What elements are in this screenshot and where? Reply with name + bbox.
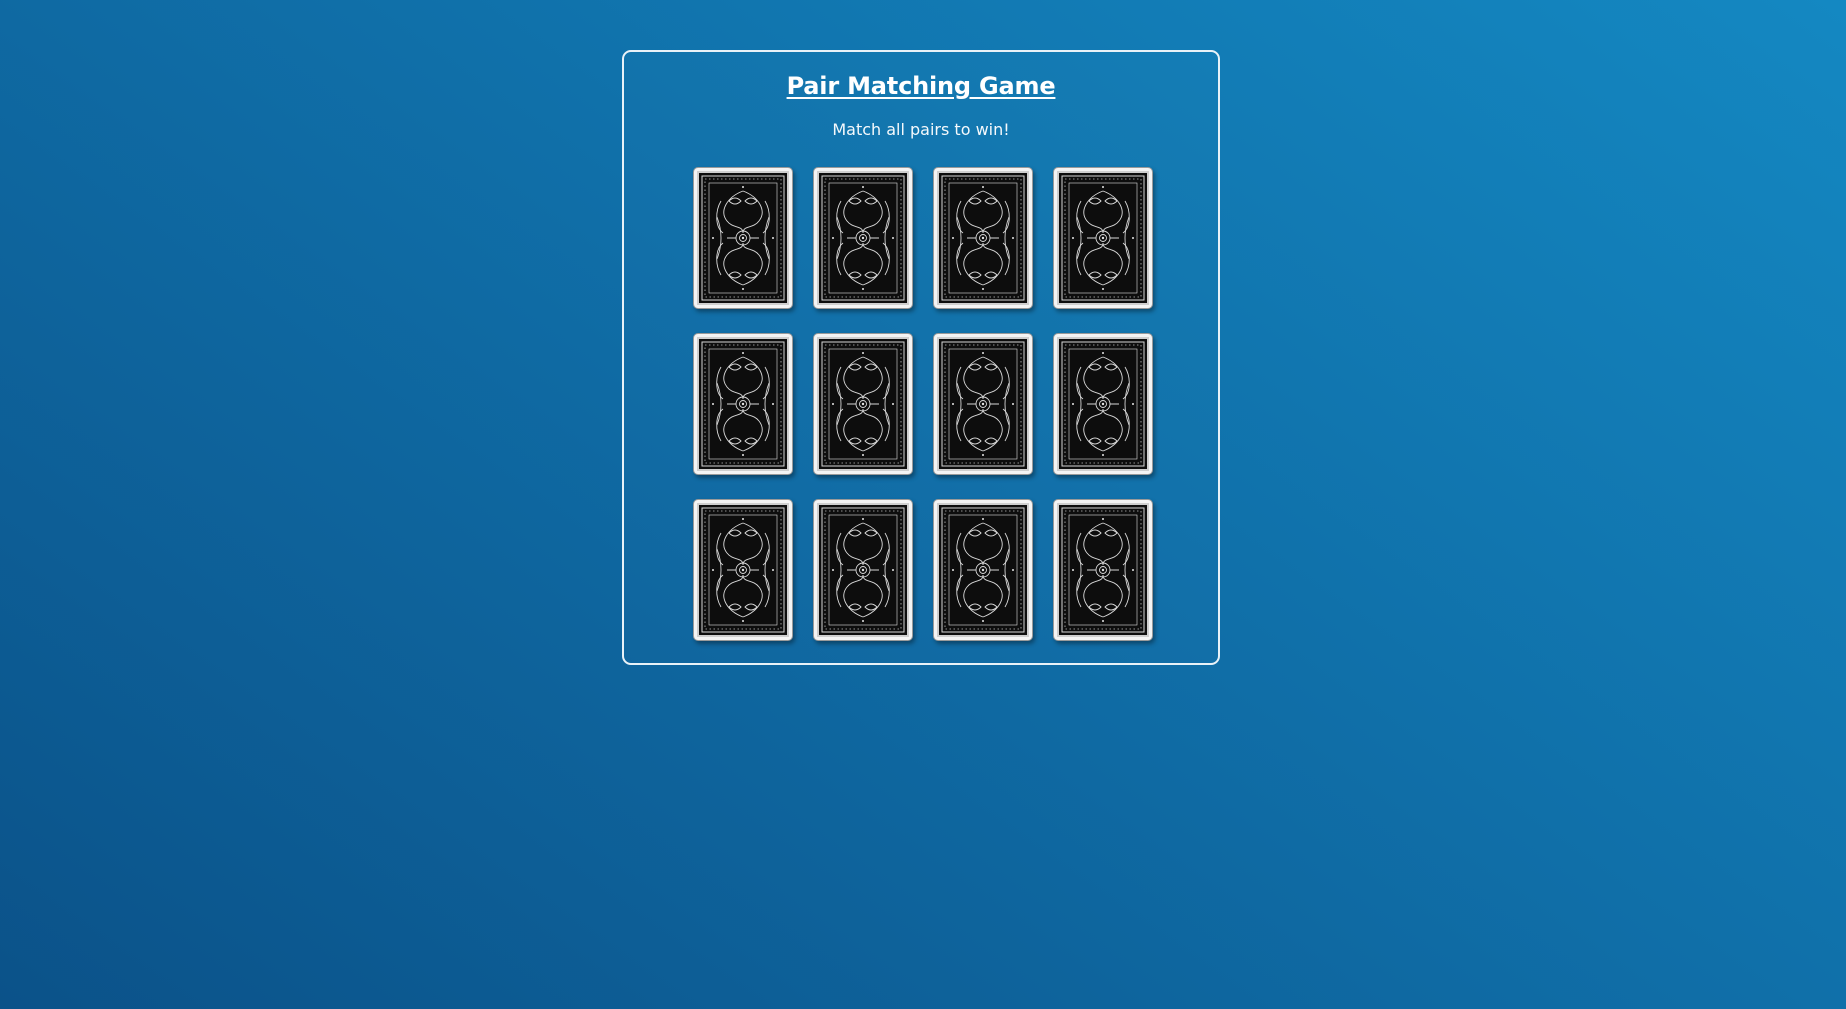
card-r3-c1[interactable]: [693, 499, 793, 641]
card-r2-c1[interactable]: [693, 333, 793, 475]
game-panel: Pair Matching Game Match all pairs to wi…: [622, 50, 1220, 665]
ornate-card-back-icon: [937, 503, 1029, 637]
card-r3-c3[interactable]: [933, 499, 1033, 641]
ornate-card-back-icon: [817, 171, 909, 305]
card-r2-c2[interactable]: [813, 333, 913, 475]
ornate-card-back-icon: [697, 337, 789, 471]
card-r1-c3[interactable]: [933, 167, 1033, 309]
ornate-card-back-icon: [1057, 337, 1149, 471]
card-r2-c4[interactable]: [1053, 333, 1153, 475]
ornate-card-back-icon: [1057, 503, 1149, 637]
card-r1-c2[interactable]: [813, 167, 913, 309]
game-title: Pair Matching Game: [786, 72, 1056, 100]
ornate-card-back-icon: [937, 337, 1029, 471]
ornate-card-back-icon: [1057, 171, 1149, 305]
game-subtitle: Match all pairs to win!: [832, 120, 1010, 139]
ornate-card-back-icon: [817, 503, 909, 637]
ornate-card-back-icon: [697, 503, 789, 637]
ornate-card-back-icon: [937, 171, 1029, 305]
card-r3-c2[interactable]: [813, 499, 913, 641]
ornate-card-back-icon: [817, 337, 909, 471]
card-r3-c4[interactable]: [1053, 499, 1153, 641]
card-grid: [693, 167, 1153, 641]
card-r2-c3[interactable]: [933, 333, 1033, 475]
card-r1-c1[interactable]: [693, 167, 793, 309]
card-r1-c4[interactable]: [1053, 167, 1153, 309]
ornate-card-back-icon: [697, 171, 789, 305]
